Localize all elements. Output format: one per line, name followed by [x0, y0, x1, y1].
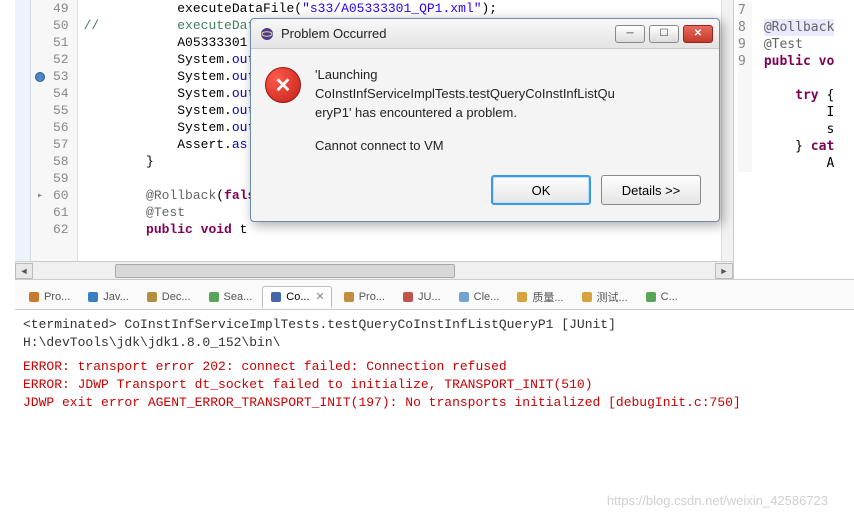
console-icon [269, 290, 283, 304]
minimize-button[interactable]: ─ [615, 25, 645, 43]
tab-label: Sea... [224, 291, 253, 303]
cleanup-icon [457, 290, 471, 304]
line-number: 56 [53, 119, 69, 136]
tab-test[interactable]: 测试... [574, 286, 634, 308]
console-process-header: <terminated> CoInstInfServiceImplTests.t… [23, 316, 846, 358]
watermark-text: https://blog.csdn.net/weixin_42586723 [607, 493, 828, 508]
code-line[interactable] [764, 2, 834, 19]
scroll-right-button[interactable]: ► [715, 263, 733, 279]
console-error-line[interactable]: ERROR: JDWP Transport dt_socket failed t… [23, 376, 846, 394]
console-error-output[interactable]: ERROR: transport error 202: connect fail… [23, 358, 846, 412]
progress-icon [342, 290, 356, 304]
dialog-message: 'Launching CoInstInfServiceImplTests.tes… [315, 65, 615, 155]
junit-icon [401, 290, 415, 304]
tab-label: Pro... [359, 291, 385, 303]
tab-javadoc[interactable]: Jav... [80, 287, 134, 307]
tab-label: 质量... [532, 289, 563, 305]
dialog-message-line: 'Launching [315, 65, 615, 84]
tab-close-icon[interactable]: ✕ [316, 290, 325, 303]
console-view[interactable]: <terminated> CoInstInfServiceImplTests.t… [15, 310, 854, 418]
right-editor-pane: 7899 @Rollback@Testpublic vo try { I s }… [734, 0, 854, 279]
right-line-numbers: 7899 [738, 2, 752, 172]
line-number: 54 [53, 85, 69, 102]
dialog-sub-message: Cannot connect to VM [315, 136, 615, 155]
line-number: 49 [53, 0, 69, 17]
call-hierarchy-icon [644, 290, 658, 304]
code-line[interactable]: try { [764, 87, 834, 104]
tab-label: Co... [286, 291, 309, 303]
dialog-titlebar[interactable]: Problem Occurred ─ ☐ ✕ [251, 19, 719, 49]
tab-declaration[interactable]: Dec... [139, 287, 197, 307]
declaration-icon [145, 290, 159, 304]
right-code-body[interactable]: @Rollback@Testpublic vo try { I s } cat … [752, 2, 834, 172]
maximize-button[interactable]: ☐ [649, 25, 679, 43]
tab-label: Jav... [103, 291, 128, 303]
line-number: 61 [53, 204, 69, 221]
tab-junit[interactable]: JU... [395, 287, 447, 307]
tab-label: JU... [418, 291, 441, 303]
dialog-message-line: eryP1' has encountered a problem. [315, 103, 615, 122]
tab-hierarchy[interactable]: C... [638, 287, 684, 307]
search-icon [207, 290, 221, 304]
line-number: 55 [53, 102, 69, 119]
breakpoint-icon[interactable] [35, 72, 45, 82]
tab-problems[interactable]: Pro... [21, 287, 76, 307]
tab-cleanup[interactable]: Cle... [451, 287, 506, 307]
scroll-thumb[interactable] [115, 264, 455, 278]
javadoc-icon [86, 290, 100, 304]
ok-button[interactable]: OK [491, 175, 591, 205]
line-number: 52 [53, 51, 69, 68]
tab-label: Cle... [474, 291, 500, 303]
test-cn-icon [580, 290, 594, 304]
code-line[interactable]: public void t [84, 221, 721, 238]
code-line[interactable]: A [764, 155, 834, 172]
eclipse-icon [259, 26, 275, 42]
problem-occurred-dialog: Problem Occurred ─ ☐ ✕ ✕ 'Launching CoIn… [250, 18, 720, 222]
tab-search[interactable]: Sea... [201, 287, 259, 307]
code-line[interactable]: } cat [764, 138, 834, 155]
code-line[interactable]: executeDataFile("s33/A05333301_QP1.xml")… [84, 0, 721, 17]
folding-strip[interactable] [15, 0, 31, 261]
breakpoint-gutter[interactable]: ▸ [31, 0, 49, 261]
line-number: 60 [53, 187, 69, 204]
horizontal-scrollbar[interactable]: ◄ ► [15, 261, 733, 279]
tab-progress[interactable]: Pro... [336, 287, 391, 307]
tab-quality[interactable]: 质量... [509, 286, 569, 308]
code-line[interactable]: s [764, 121, 834, 138]
console-error-line[interactable]: JDWP exit error AGENT_ERROR_TRANSPORT_IN… [23, 394, 846, 412]
overview-ruler[interactable] [721, 0, 733, 261]
line-number: 62 [53, 221, 69, 238]
dialog-message-line: CoInstInfServiceImplTests.testQueryCoIns… [315, 84, 615, 103]
line-number: 57 [53, 136, 69, 153]
code-line[interactable]: public vo [764, 53, 834, 70]
console-error-line[interactable]: ERROR: transport error 202: connect fail… [23, 358, 846, 376]
code-line[interactable]: @Test [764, 36, 834, 53]
code-line[interactable]: I [764, 104, 834, 121]
problems-icon [27, 290, 41, 304]
close-button[interactable]: ✕ [683, 25, 713, 43]
code-line[interactable] [764, 70, 834, 87]
line-number: 50 [53, 17, 69, 34]
details-button[interactable]: Details >> [601, 175, 701, 205]
scroll-left-button[interactable]: ◄ [15, 263, 33, 279]
tab-console[interactable]: Co... ✕ [262, 286, 331, 308]
line-number: 53 [53, 68, 69, 85]
tab-label: 测试... [597, 289, 628, 305]
line-number: 51 [53, 34, 69, 51]
quality-cn-icon [515, 290, 529, 304]
code-line[interactable]: @Rollback [764, 19, 834, 36]
tab-label: Dec... [162, 291, 191, 303]
error-icon: ✕ [265, 67, 301, 103]
line-number: 58 [53, 153, 69, 170]
views-tab-bar: Pro... Jav... Dec... Sea... Co... ✕ Pro... JU..… [15, 280, 854, 310]
line-number: 59 [53, 170, 69, 187]
tab-label: C... [661, 291, 678, 303]
dialog-title: Problem Occurred [281, 26, 615, 41]
line-number-gutter: 4950515253545556575859606162 [49, 0, 77, 261]
tab-label: Pro... [44, 291, 70, 303]
